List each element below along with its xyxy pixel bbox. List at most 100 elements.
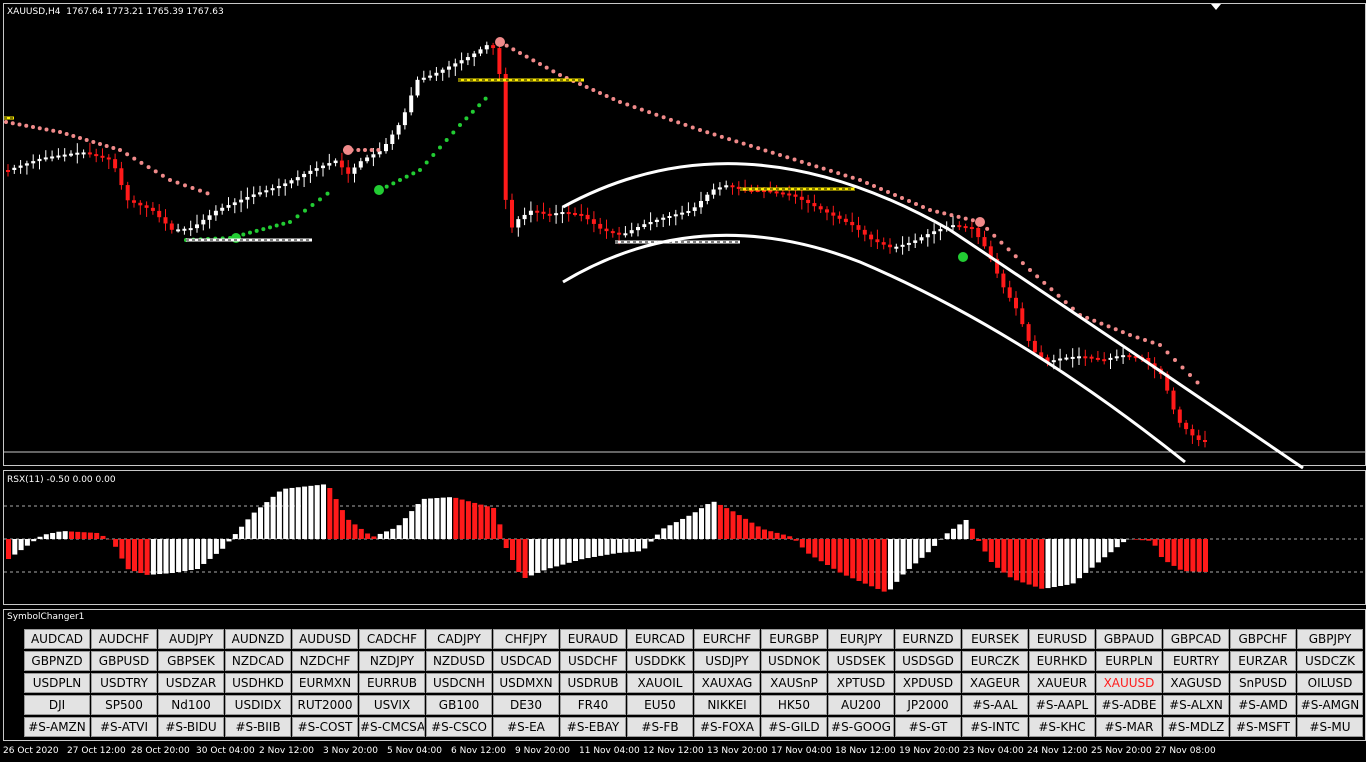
symbol-button[interactable]: NZDJPY (359, 651, 425, 671)
symbol-button[interactable]: FR40 (560, 695, 626, 715)
symbol-button[interactable]: EURCHF (694, 629, 760, 649)
symbol-button[interactable]: NZDCAD (225, 651, 291, 671)
symbol-button[interactable]: EURJPY (828, 629, 894, 649)
symbol-button[interactable]: AU200 (828, 695, 894, 715)
symbol-button[interactable]: EURMXN (292, 673, 358, 693)
symbol-button[interactable]: XPTUSD (828, 673, 894, 693)
symbol-button[interactable]: GBPCHF (1230, 629, 1296, 649)
symbol-button[interactable]: OILUSD (1297, 673, 1363, 693)
symbol-button[interactable]: DJI (24, 695, 90, 715)
symbol-button[interactable]: DE30 (493, 695, 559, 715)
symbol-button[interactable]: USDZAR (158, 673, 224, 693)
symbol-button[interactable]: #S-EBAY (560, 717, 626, 737)
symbol-button[interactable]: AUDNZD (225, 629, 291, 649)
symbol-button[interactable]: XAUUSD (1096, 673, 1162, 693)
symbol-button[interactable]: AUDCAD (24, 629, 90, 649)
symbol-button[interactable]: USDNOK (761, 651, 827, 671)
symbol-button[interactable]: XAUOIL (627, 673, 693, 693)
symbol-button[interactable]: #S-GILD (761, 717, 827, 737)
symbol-button[interactable]: USDCAD (493, 651, 559, 671)
symbol-button[interactable]: USDPLN (24, 673, 90, 693)
symbol-button[interactable]: USDSEK (828, 651, 894, 671)
symbol-button[interactable]: EURAUD (560, 629, 626, 649)
symbol-button[interactable]: XAGUSD (1163, 673, 1229, 693)
symbol-button[interactable]: #S-INTC (962, 717, 1028, 737)
symbol-button[interactable]: #S-MSFT (1230, 717, 1296, 737)
symbol-button[interactable]: EU50 (627, 695, 693, 715)
symbol-button[interactable]: XAGEUR (962, 673, 1028, 693)
symbol-button[interactable]: NIKKEI (694, 695, 760, 715)
symbol-button[interactable]: EURCAD (627, 629, 693, 649)
symbol-button[interactable]: CHFJPY (493, 629, 559, 649)
symbol-button[interactable]: AUDJPY (158, 629, 224, 649)
symbol-button[interactable]: JP2000 (895, 695, 961, 715)
symbol-button[interactable]: EURCZK (962, 651, 1028, 671)
symbol-button[interactable]: GBPJPY (1297, 629, 1363, 649)
symbol-button[interactable]: #S-KHC (1029, 717, 1095, 737)
symbol-button[interactable]: #S-ATVI (91, 717, 157, 737)
symbol-button[interactable]: RUT2000 (292, 695, 358, 715)
symbol-button[interactable]: XPDUSD (895, 673, 961, 693)
symbol-button[interactable]: #S-FB (627, 717, 693, 737)
symbol-button[interactable]: EURSEK (962, 629, 1028, 649)
symbol-button[interactable]: USDRUB (560, 673, 626, 693)
symbol-button[interactable]: USDIDX (225, 695, 291, 715)
symbol-button[interactable]: CADJPY (426, 629, 492, 649)
symbol-button[interactable]: EURNZD (895, 629, 961, 649)
symbol-button[interactable]: XAUXAG (694, 673, 760, 693)
symbol-button[interactable]: CADCHF (359, 629, 425, 649)
symbol-button[interactable]: #S-BIIB (225, 717, 291, 737)
symbol-button[interactable]: #S-AMGN (1297, 695, 1363, 715)
symbol-button[interactable]: #S-CSCO (426, 717, 492, 737)
symbol-button[interactable]: USDSGD (895, 651, 961, 671)
symbol-button[interactable]: NZDUSD (426, 651, 492, 671)
symbol-button[interactable]: EURPLN (1096, 651, 1162, 671)
symbol-button[interactable]: USDCZK (1297, 651, 1363, 671)
symbol-button[interactable]: #S-FOXA (694, 717, 760, 737)
symbol-button[interactable]: #S-AAPL (1029, 695, 1095, 715)
symbol-button[interactable]: #S-EA (493, 717, 559, 737)
symbol-button[interactable]: #S-MU (1297, 717, 1363, 737)
symbol-button[interactable]: #S-GOOG (828, 717, 894, 737)
symbol-button[interactable]: EURGBP (761, 629, 827, 649)
symbol-button[interactable]: GB100 (426, 695, 492, 715)
symbol-button[interactable]: #S-MAR (1096, 717, 1162, 737)
symbol-button[interactable]: USDTRY (91, 673, 157, 693)
symbol-button[interactable]: HK50 (761, 695, 827, 715)
symbol-button[interactable]: USDJPY (694, 651, 760, 671)
symbol-button[interactable]: EURUSD (1029, 629, 1095, 649)
symbol-button[interactable]: #S-AMD (1230, 695, 1296, 715)
symbol-button[interactable]: USDCNH (426, 673, 492, 693)
symbol-button[interactable]: #S-AAL (962, 695, 1028, 715)
symbol-button[interactable]: #S-MDLZ (1163, 717, 1229, 737)
symbol-button[interactable]: GBPUSD (91, 651, 157, 671)
symbol-button[interactable]: EURTRY (1163, 651, 1229, 671)
symbol-button[interactable]: USDCHF (560, 651, 626, 671)
symbol-button[interactable]: GBPSEK (158, 651, 224, 671)
symbol-button[interactable]: GBPAUD (1096, 629, 1162, 649)
symbol-button[interactable]: #S-CMCSA (359, 717, 425, 737)
symbol-button[interactable]: EURZAR (1230, 651, 1296, 671)
symbol-button[interactable]: XAUEUR (1029, 673, 1095, 693)
symbol-button[interactable]: SnPUSD (1230, 673, 1296, 693)
symbol-button[interactable]: #S-ALXN (1163, 695, 1229, 715)
symbol-button[interactable]: EURRUB (359, 673, 425, 693)
symbol-button[interactable]: Nd100 (158, 695, 224, 715)
symbol-button[interactable]: #S-AMZN (24, 717, 90, 737)
symbol-button[interactable]: NZDCHF (292, 651, 358, 671)
symbol-button[interactable]: AUDCHF (91, 629, 157, 649)
symbol-button[interactable]: GBPCAD (1163, 629, 1229, 649)
symbol-button[interactable]: #S-COST (292, 717, 358, 737)
symbol-button[interactable]: USDHKD (225, 673, 291, 693)
symbol-button[interactable]: USDMXN (493, 673, 559, 693)
symbol-button[interactable]: EURHKD (1029, 651, 1095, 671)
chart-shift-marker-icon[interactable] (1211, 4, 1221, 10)
symbol-button[interactable]: USVIX (359, 695, 425, 715)
symbol-button[interactable]: USDDKK (627, 651, 693, 671)
symbol-button[interactable]: SP500 (91, 695, 157, 715)
symbol-button[interactable]: #S-GT (895, 717, 961, 737)
symbol-button[interactable]: #S-ADBE (1096, 695, 1162, 715)
symbol-button[interactable]: #S-BIDU (158, 717, 224, 737)
symbol-button[interactable]: AUDUSD (292, 629, 358, 649)
symbol-button[interactable]: XAUSnP (761, 673, 827, 693)
